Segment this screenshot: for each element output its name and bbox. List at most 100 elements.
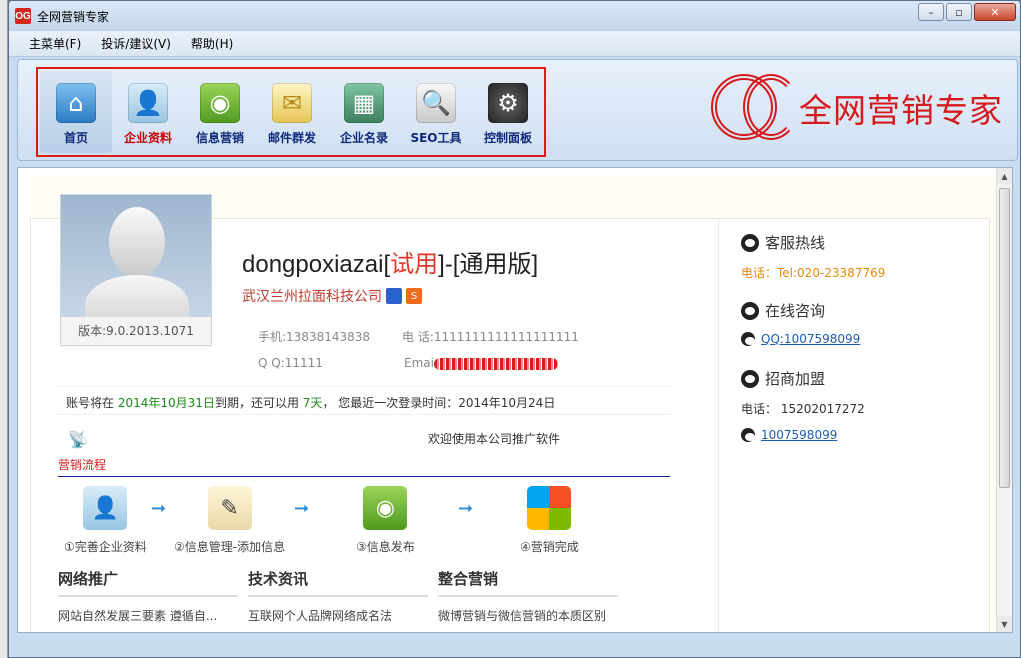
flow-title: 营销流程	[58, 458, 107, 472]
maximize-button[interactable]: ▫	[946, 3, 972, 21]
company-profile-icon: 👤	[83, 486, 128, 530]
menu-feedback[interactable]: 投诉/建议(V)	[101, 35, 171, 52]
trial-badge: 试用	[390, 251, 439, 278]
support-sidebar: 客服热线 电话：Tel:020-23387769 在线咨询 QQ:1007598…	[718, 218, 968, 632]
toolbar-group: ⌂ 首页 👤 企业资料 ◉ 信息营销 ✉ 邮件群发 ▦ 企业名录 🔍 SEO工具	[36, 67, 546, 157]
company-line: 武汉兰州拉面科技公司 🐾 S	[242, 286, 422, 306]
news-column-tech: 技术资讯 互联网个人品牌网络成名法	[248, 568, 428, 624]
notepad-icon: ✎	[207, 486, 252, 530]
tool-mass-mail[interactable]: ✉ 邮件群发	[256, 71, 328, 153]
customer-service-icon	[741, 369, 759, 388]
window-title: 全网营销专家	[37, 9, 110, 24]
tool-directory[interactable]: ▦ 企业名录	[328, 71, 400, 153]
qq-penguin-icon	[741, 428, 755, 442]
scroll-up-arrow[interactable]: ▲	[997, 168, 1012, 184]
logo-text: 全网营销专家	[799, 91, 1003, 130]
news-heading: 技术资讯	[248, 568, 428, 597]
satellite-dish-icon: 📡	[68, 430, 88, 449]
join-title: 招商加盟	[765, 370, 826, 388]
tool-company-profile[interactable]: 👤 企业资料	[112, 71, 184, 153]
vertical-scrollbar[interactable]: ▲ ▼	[996, 168, 1012, 632]
background-window-edge	[0, 0, 8, 658]
tool-mass-mail-label: 邮件群发	[267, 131, 316, 145]
news-link[interactable]: 网站自然发展三要素 遵循自...	[58, 607, 238, 624]
join-heading: 招商加盟	[741, 368, 825, 389]
arrow-right-icon: ➞	[151, 498, 167, 519]
consult-qq-link[interactable]: QQ:1007598099	[761, 332, 860, 346]
content-pane: 版本:9.0.2013.1071 dongpoxiazai[试用]-[通用版] …	[17, 167, 1013, 633]
qq-penguin-icon	[741, 332, 755, 346]
tool-home[interactable]: ⌂ 首页	[40, 71, 112, 153]
news-link[interactable]: 互联网个人品牌网络成名法	[248, 607, 428, 624]
flow-step-label: ①完善企业资料	[64, 540, 147, 554]
title-bar[interactable]: OG 全网营销专家 – ▫ ✕	[9, 1, 1020, 31]
expiry-date: 2014年10月31日	[117, 396, 215, 410]
qq-penguin-icon	[741, 301, 759, 320]
trial-close: ]	[438, 251, 445, 278]
arrow-right-icon: ➞	[458, 498, 474, 519]
sohu-icon[interactable]: S	[406, 288, 422, 304]
news-link[interactable]: 微博营销与微信营销的本质区别	[438, 607, 618, 624]
window-controls: – ▫ ✕	[918, 3, 1016, 21]
phone-value: 1111111111111111111	[433, 330, 579, 344]
welcome-text: 欢迎使用本公司推广软件	[428, 432, 561, 446]
username: dongpoxiazai	[242, 251, 384, 278]
magnifier-icon: 🔍	[416, 83, 456, 123]
rss-icon: ◉	[200, 83, 240, 123]
welcome-row: 📡 欢迎使用本公司推广软件	[68, 430, 628, 450]
join-qq-row: 1007598099	[741, 428, 837, 442]
brand-logo: 全网营销专家	[709, 68, 1003, 148]
email-label: Emai	[404, 356, 434, 370]
tool-home-label: 首页	[63, 131, 88, 145]
menu-bar: 主菜单(F) 投诉/建议(V) 帮助(H)	[9, 31, 1020, 57]
news-heading: 网络推广	[58, 568, 238, 597]
phone-line: 电 话:1111111111111111111	[402, 328, 579, 345]
menu-main[interactable]: 主菜单(F)	[29, 35, 81, 52]
divider	[58, 414, 670, 415]
join-qq-link[interactable]: 1007598099	[761, 428, 837, 442]
close-button[interactable]: ✕	[974, 3, 1016, 21]
hotline-heading: 客服热线	[741, 232, 825, 253]
user-profile-icon: 👤	[128, 83, 168, 123]
flow-step-label: ③信息发布	[356, 540, 415, 554]
scroll-thumb[interactable]	[999, 188, 1010, 488]
flow-step-3[interactable]: ◉ ③信息发布	[356, 486, 415, 555]
news-column-integrated: 整合营销 微博营销与微信营销的本质区别	[438, 568, 618, 624]
tool-seo[interactable]: 🔍 SEO工具	[400, 71, 472, 153]
gear-icon: ⚙	[488, 83, 528, 123]
flow-title-underline	[58, 476, 670, 477]
account-expiry: 账号将在 2014年10月31日到期，还可以用 7天， 您最近一次登录时间：20…	[66, 394, 555, 411]
join-phone: 电话： 15202017272	[741, 402, 865, 416]
scroll-down-arrow[interactable]: ▼	[997, 616, 1012, 632]
hotline-title: 客服热线	[765, 234, 826, 252]
flow-step-4[interactable]: ④营销完成	[520, 486, 579, 555]
news-column-promotion: 网络推广 网站自然发展三要素 遵循自...	[58, 568, 238, 624]
divider	[58, 386, 670, 387]
menu-help[interactable]: 帮助(H)	[191, 35, 233, 52]
flow-step-2[interactable]: ✎ ②信息管理-添加信息	[174, 486, 285, 555]
qq-number: Q Q:11111	[258, 356, 323, 370]
toolbar: ⌂ 首页 👤 企业资料 ◉ 信息营销 ✉ 邮件群发 ▦ 企业名录 🔍 SEO工具	[17, 59, 1018, 161]
tool-info-marketing[interactable]: ◉ 信息营销	[184, 71, 256, 153]
tool-company-profile-label: 企业资料	[123, 131, 172, 145]
expiry-middle: 到期，还可以用	[214, 396, 299, 410]
baidu-paw-icon[interactable]: 🐾	[386, 288, 402, 304]
email-line: Emai	[404, 356, 558, 370]
arrow-right-icon: ➞	[294, 498, 310, 519]
directory-icon: ▦	[344, 83, 384, 123]
tool-directory-label: 企业名录	[339, 131, 388, 145]
home-icon: ⌂	[56, 83, 96, 123]
edition-label: -[通用版]	[444, 251, 539, 278]
minimize-button[interactable]: –	[918, 3, 944, 21]
flow-step-1[interactable]: 👤 ①完善企业资料	[64, 486, 147, 555]
username-heading: dongpoxiazai[试用]-[通用版]	[242, 244, 538, 279]
main-window: OG 全网营销专家 – ▫ ✕ 主菜单(F) 投诉/建议(V) 帮助(H) ⌂ …	[8, 0, 1021, 658]
email-redacted	[433, 357, 558, 370]
avatar: 版本:9.0.2013.1071	[60, 194, 212, 346]
news-heading: 整合营销	[438, 568, 618, 597]
flow-step-label: ②信息管理-添加信息	[174, 540, 286, 554]
hotline-number: 电话：Tel:020-23387769	[741, 266, 886, 280]
phone-label: 电 话:	[402, 330, 434, 344]
tool-control-panel[interactable]: ⚙ 控制面板	[472, 71, 544, 153]
consult-title: 在线咨询	[765, 302, 826, 320]
